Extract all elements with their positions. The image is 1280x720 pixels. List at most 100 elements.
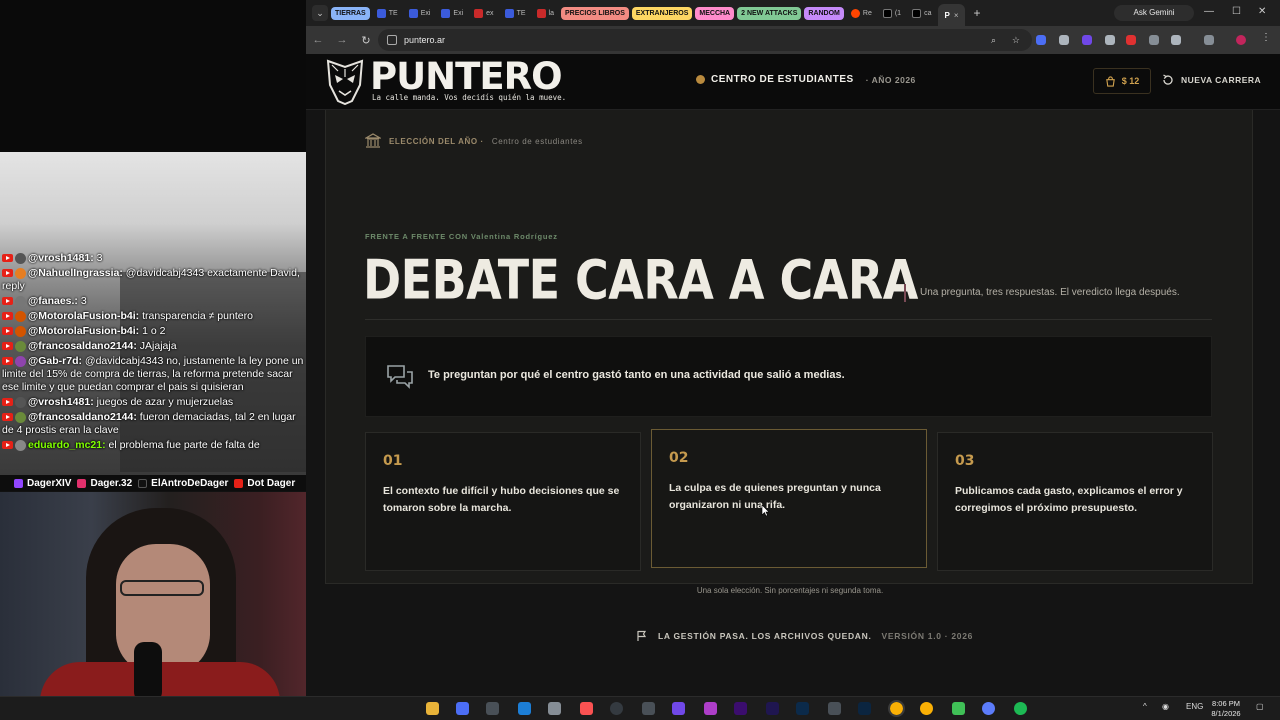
tab[interactable]: TE <box>373 3 402 23</box>
app-icon[interactable] <box>456 702 469 715</box>
tab-group-meccha[interactable]: MECCHA <box>695 6 735 20</box>
app-icon[interactable] <box>704 702 717 715</box>
spotify-icon[interactable] <box>1014 702 1027 715</box>
notification-icon[interactable]: ▢ <box>1256 702 1264 711</box>
side-panel-icon[interactable] <box>1204 35 1214 45</box>
tab-group-precios-libros[interactable]: PRECIOS LIBROS <box>560 6 629 20</box>
answer-option-01[interactable]: 01 El contexto fue difícil y hubo decisi… <box>365 432 641 571</box>
tab[interactable]: TE <box>501 3 530 23</box>
extensions-puzzle-icon[interactable] <box>1171 35 1181 45</box>
extension-icon[interactable] <box>1105 35 1115 45</box>
tray-chevron-icon[interactable]: ^ <box>1143 702 1147 711</box>
chat-text: 3 <box>96 252 103 264</box>
brave-icon[interactable] <box>580 702 593 715</box>
youtube-icon <box>234 478 244 488</box>
back-icon[interactable]: ← <box>306 34 330 46</box>
premiere-icon[interactable] <box>734 702 747 715</box>
app-icon[interactable] <box>548 702 561 715</box>
youtube-icon <box>2 441 13 450</box>
close-window-icon[interactable]: ✕ <box>1258 6 1266 17</box>
ask-gemini-button[interactable]: Ask Gemini <box>1114 5 1194 21</box>
extension-icon[interactable] <box>1082 35 1092 45</box>
maximize-icon[interactable]: ☐ <box>1232 6 1241 17</box>
web-page: PUNTERO La calle manda. Vos decidís quié… <box>306 54 1280 696</box>
tab[interactable]: la <box>533 3 558 23</box>
chat-text: juegos de azar y mujerzuelas <box>96 396 234 408</box>
tab-group-random[interactable]: RANDOM <box>804 6 844 20</box>
chat-message: @MotorolaFusion-b4i: transparencia ≠ pun… <box>0 309 306 324</box>
app-icon[interactable] <box>642 702 655 715</box>
twitch-handle: DagerXIV <box>14 478 71 489</box>
app-icon[interactable] <box>828 702 841 715</box>
live-chat: @vrosh1481: 3 @NahuelIngrassia: @davidcab… <box>0 251 306 453</box>
logo-mask-icon[interactable] <box>326 59 364 105</box>
visual-studio-icon[interactable] <box>672 702 685 715</box>
forward-icon[interactable]: → <box>330 34 354 46</box>
chat-message: @francosaldano2144: fueron demaciadas, t… <box>0 410 306 438</box>
tab[interactable]: ex <box>470 3 497 23</box>
app-icon[interactable] <box>952 702 965 715</box>
address-bar[interactable]: puntero.ar ⌕ ☆ <box>378 29 1032 51</box>
chat-username: @NahuelIngrassia: <box>28 267 123 279</box>
chat-username: @vrosh1481: <box>28 252 94 264</box>
subtitle: Una pregunta, tres respuestas. El veredi… <box>904 284 1180 302</box>
app-icon[interactable] <box>486 702 499 715</box>
divider <box>365 319 1212 320</box>
tab[interactable]: ca <box>908 3 935 23</box>
webcam-feed <box>0 492 306 696</box>
tab-favicon-icon <box>504 8 514 18</box>
chrome-icon[interactable] <box>920 702 933 715</box>
status-dot-icon <box>696 75 705 84</box>
extension-icon[interactable] <box>1059 35 1069 45</box>
tab-group-new-attacks[interactable]: 2 NEW ATTACKS <box>737 6 802 20</box>
tab-group-tierras[interactable]: TIERRAS <box>331 6 370 20</box>
minimize-icon[interactable]: — <box>1204 6 1214 17</box>
extension-icon[interactable] <box>1036 35 1046 45</box>
close-tab-icon[interactable]: × <box>954 11 959 20</box>
footer-motto: LA GESTIÓN PASA. LOS ARCHIVOS QUEDAN. <box>658 631 872 641</box>
new-tab-button[interactable]: + <box>968 6 987 20</box>
youtube-icon <box>2 312 13 321</box>
bookmark-star-icon[interactable]: ☆ <box>1012 29 1020 51</box>
youtube-icon <box>2 327 13 336</box>
tab[interactable]: Re <box>847 3 876 23</box>
site-info-icon[interactable] <box>387 35 397 45</box>
tab[interactable]: Exi <box>405 3 435 23</box>
extension-icon[interactable] <box>1126 35 1136 45</box>
active-tab[interactable]: P × <box>938 4 965 26</box>
restart-icon <box>1163 74 1173 85</box>
pdf-icon <box>474 8 484 18</box>
vscode-icon[interactable] <box>518 702 531 715</box>
tab[interactable]: Exi <box>437 3 467 23</box>
budget-button[interactable]: $ 12 <box>1093 68 1151 94</box>
photoshop-icon[interactable] <box>858 702 871 715</box>
tab-group-extranjeros[interactable]: EXTRANJEROS <box>631 6 693 20</box>
discord-icon[interactable] <box>982 702 995 715</box>
menu-dots-icon[interactable]: ⋮ <box>1261 32 1271 43</box>
tab[interactable]: (1 <box>879 3 905 23</box>
avatar <box>15 295 26 307</box>
chrome-icon[interactable] <box>888 700 905 717</box>
lightroom-icon[interactable] <box>796 702 809 715</box>
app-icon[interactable] <box>610 702 623 715</box>
reload-icon[interactable]: ↻ <box>354 34 378 47</box>
file-explorer-icon[interactable] <box>426 702 439 715</box>
x-icon <box>912 8 922 18</box>
avatar <box>15 355 26 367</box>
profile-avatar-icon[interactable] <box>1236 35 1246 45</box>
stream-overlay: @vrosh1481: 3 @NahuelIngrassia: @davidcab… <box>0 0 306 696</box>
after-effects-icon[interactable] <box>766 702 779 715</box>
chat-username: @vrosh1481: <box>28 396 94 408</box>
site-logo[interactable]: PUNTERO <box>370 55 563 98</box>
avatar <box>15 396 26 408</box>
site-tagline: La calle manda. Vos decidís quién la mue… <box>372 93 567 102</box>
extension-icon[interactable] <box>1149 35 1159 45</box>
zoom-icon[interactable]: ⌕ <box>991 29 996 51</box>
tab-search-chevron-icon[interactable]: ⌄ <box>312 5 328 21</box>
answer-option-02[interactable]: 02 La culpa es de quienes preguntan y nu… <box>651 429 927 568</box>
new-race-button[interactable]: NUEVA CARRERA <box>1162 74 1261 86</box>
tray-network-icon[interactable]: ◉ <box>1162 702 1169 711</box>
version-label: VERSIÓN 1.0 · 2026 <box>881 631 974 641</box>
system-clock[interactable]: 8:06 PM 8/1/2026 <box>1200 699 1252 719</box>
answer-option-03[interactable]: 03 Publicamos cada gasto, explicamos el … <box>937 432 1213 571</box>
